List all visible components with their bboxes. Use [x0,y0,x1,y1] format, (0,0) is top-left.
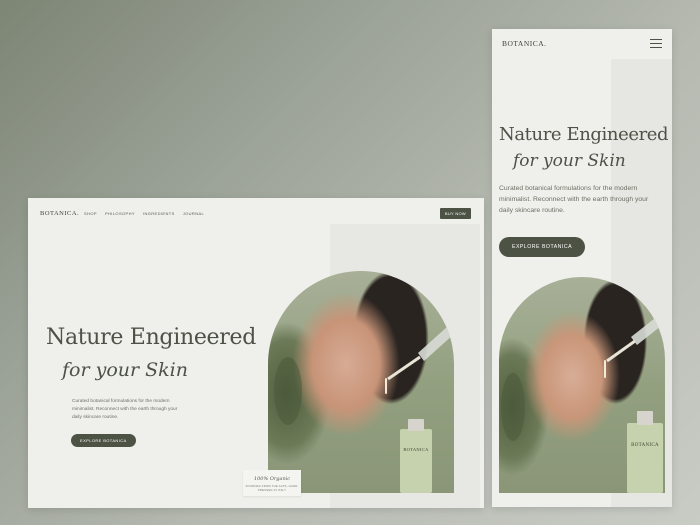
hero-description: Curated botanical formulations for the m… [72,399,178,420]
bottle-label: BOTANICA [403,447,429,452]
nav-item-journal[interactable]: JOURNAL [183,211,204,216]
hero-subheadline: for your Skin [513,151,626,171]
badge-title: 100% Organic [253,476,291,482]
hamburger-menu-icon[interactable] [650,39,662,48]
nav-item-philosophy[interactable]: PHILOSOPHY [105,211,135,216]
nav-item-ingredients[interactable]: INGREDIENTS [143,211,175,216]
mobile-mockup: BOTANICA. Nature Engineered for your Ski… [492,29,672,507]
serum-bottle: BOTANICA [400,419,432,493]
buy-now-button[interactable]: BUY NOW [439,208,471,219]
brand-logo[interactable]: BOTANICA. [40,210,79,217]
hero-headline: Nature Engineered [46,325,256,350]
nav-item-shop[interactable]: SHOP [84,211,97,216]
explore-button[interactable]: EXPLORE BOTANICA [71,434,136,447]
explore-button[interactable]: EXPLORE BOTANICA [499,237,586,257]
desktop-mockup: BOTANICA. SHOP PHILOSOPHY INGREDIENTS JO… [28,198,484,508]
badge-subtitle: SOURCED FROM THE ALPS, HAND-PRESSED IN I… [245,484,299,492]
organic-badge: 100% Organic SOURCED FROM THE ALPS, HAND… [243,470,301,496]
hero-description: Curated botanical formulations for the m… [499,185,649,214]
hero-image-model: BOTANICA [268,271,454,493]
hero-headline: Nature Engineered [499,124,669,145]
hero-image-model: BOTANICA [499,277,665,493]
hero-subheadline: for your Skin [62,359,188,381]
bottle-label: BOTANICA [631,443,659,448]
main-nav: SHOP PHILOSOPHY INGREDIENTS JOURNAL [84,211,204,216]
serum-bottle: BOTANICA [627,411,663,493]
brand-logo[interactable]: BOTANICA. [502,39,547,48]
